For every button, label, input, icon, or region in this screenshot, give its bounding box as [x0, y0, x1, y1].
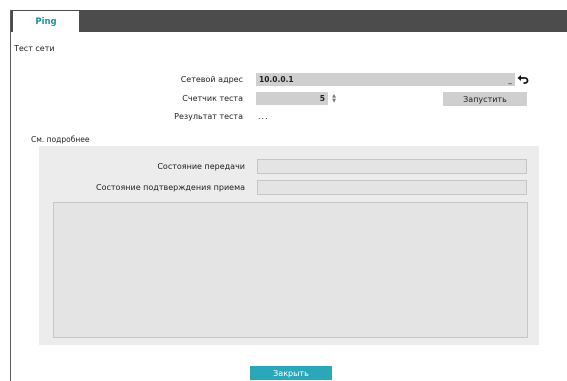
- address-label: Сетевой адрес: [180, 75, 243, 84]
- text-cursor: _: [508, 75, 512, 84]
- transmit-status-label: Состояние передачи: [157, 162, 245, 171]
- details-heading: См. подробнее: [31, 135, 90, 144]
- network-test-heading: Тест сети: [14, 44, 55, 53]
- details-panel: Состояние передачи Состояние подтвержден…: [39, 146, 539, 345]
- stepper-down-icon[interactable]: ▼: [332, 98, 336, 104]
- network-address-field[interactable]: 10.0.0.1 _: [256, 73, 515, 86]
- test-result-value: ...: [258, 112, 269, 121]
- undo-icon[interactable]: [516, 73, 529, 86]
- tab-ping[interactable]: Ping: [13, 11, 79, 32]
- transmit-status-field: [257, 159, 527, 174]
- run-button[interactable]: Запустить: [443, 92, 527, 106]
- close-button[interactable]: Закрыть: [250, 366, 332, 380]
- ack-status-label: Состояние подтверждения приема: [96, 183, 245, 192]
- network-address-value: 10.0.0.1: [259, 75, 294, 84]
- tab-bar: Ping: [11, 10, 567, 32]
- ping-dialog: Ping Тест сети Сетевой адрес 10.0.0.1 _ …: [10, 10, 567, 381]
- test-count-stepper[interactable]: 5: [256, 92, 328, 105]
- stepper-arrows[interactable]: ▲ ▼: [330, 92, 338, 105]
- ping-log-area[interactable]: [53, 202, 528, 338]
- test-result-label: Результат теста: [174, 112, 243, 121]
- ack-status-field: [257, 180, 527, 195]
- test-count-label: Счетчик теста: [182, 94, 243, 103]
